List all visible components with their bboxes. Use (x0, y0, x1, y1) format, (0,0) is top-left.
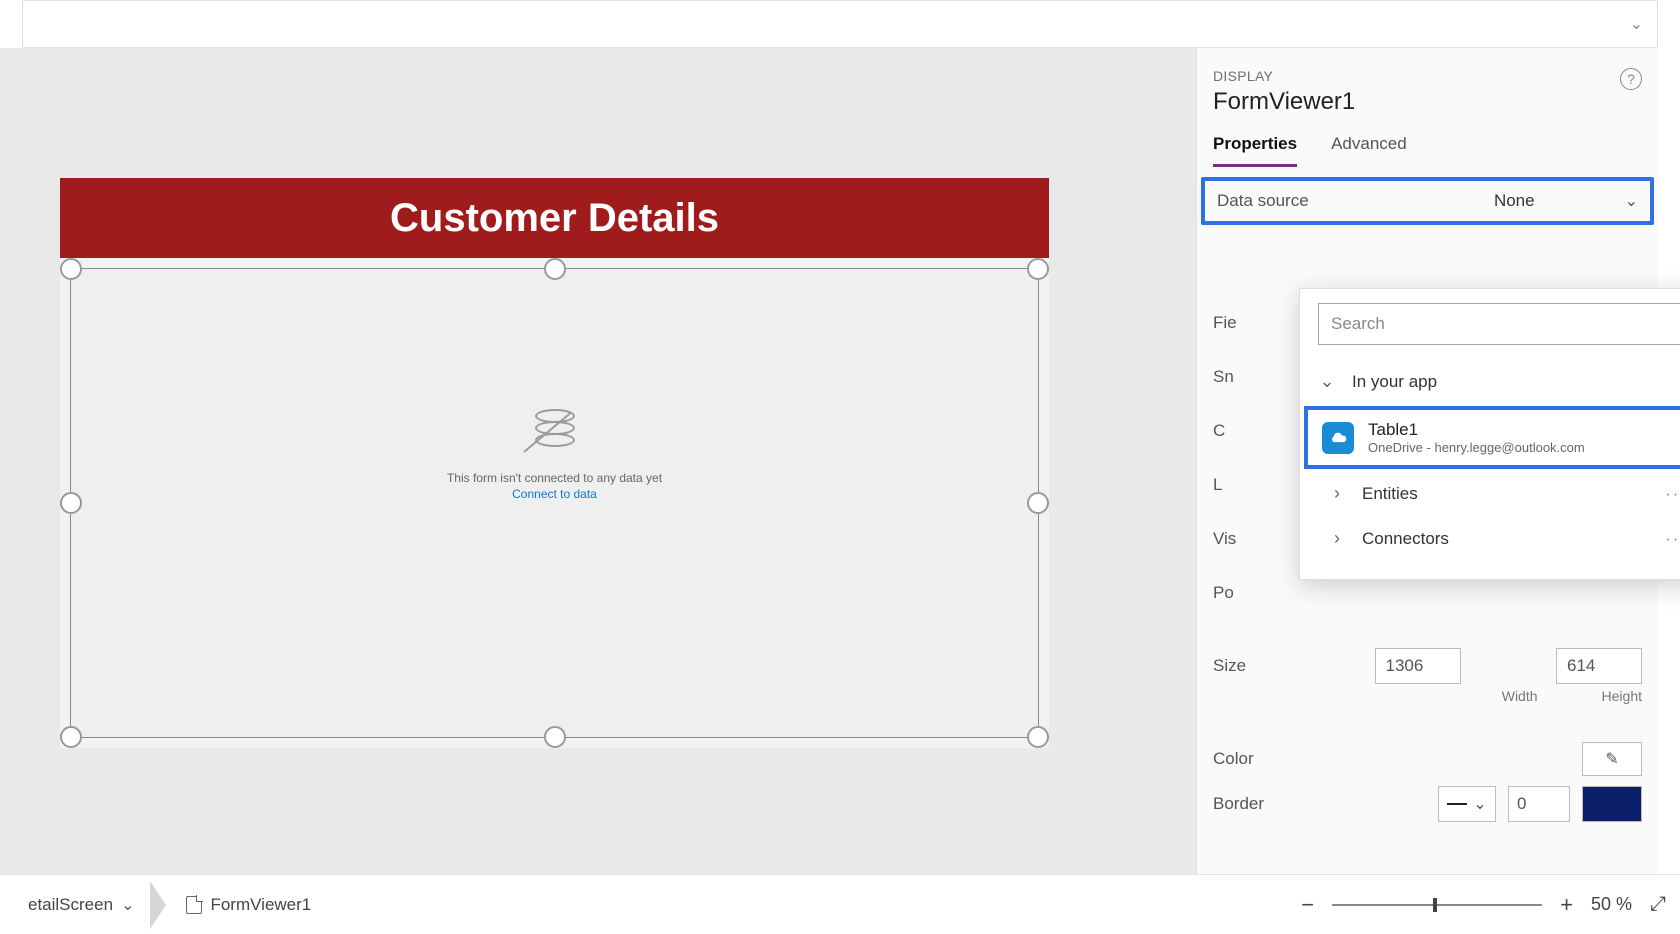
control-type-label: DISPLAY (1213, 68, 1355, 84)
chevron-down-icon[interactable]: ⌄ (121, 895, 134, 915)
form-header: Customer Details (60, 178, 1049, 258)
resize-handle-tl[interactable] (60, 258, 82, 280)
expand-icon[interactable]: ⤢ (1650, 893, 1666, 916)
datasource-value: None (1494, 191, 1535, 211)
search-input[interactable]: Search (1318, 303, 1680, 345)
control-name-title: FormViewer1 (1213, 88, 1355, 116)
zoom-controls: − + 50 % ⤢ (1301, 892, 1666, 918)
snap-label-partial: Sn (1213, 350, 1299, 404)
border-color-swatch[interactable] (1582, 786, 1642, 822)
zoom-in-button[interactable]: + (1560, 892, 1573, 918)
section-connectors[interactable]: › Connectors ··· (1300, 516, 1680, 561)
zoom-slider-thumb[interactable] (1433, 898, 1437, 912)
border-style-dropdown[interactable]: ⌄ (1438, 786, 1496, 822)
datasource-label: Data source (1217, 191, 1309, 211)
property-labels-column: Fie Sn C L Vis Po (1213, 296, 1299, 620)
properties-panel: DISPLAY FormViewer1 ? Properties Advance… (1196, 48, 1658, 874)
border-width-input[interactable]: 0 (1508, 786, 1570, 822)
breadcrumb-screen-label: etailScreen (28, 895, 113, 915)
formula-bar[interactable]: ⌄ (22, 0, 1658, 48)
resize-handle-br[interactable] (1027, 726, 1049, 748)
border-label: Border (1213, 794, 1264, 814)
size-row: Size 1306 614 (1213, 648, 1642, 684)
border-row: Border ⌄ 0 (1213, 786, 1642, 822)
zoom-value: 50 % (1591, 894, 1632, 915)
chevron-down-icon: ⌄ (1625, 191, 1638, 211)
resize-handle-bl[interactable] (60, 726, 82, 748)
entities-label: Entities (1362, 484, 1418, 504)
empty-message: This form isn't connected to any data ye… (447, 471, 662, 485)
chevron-down-icon[interactable]: ⌄ (1630, 14, 1643, 34)
table1-subtitle: OneDrive - henry.legge@outlook.com (1368, 440, 1585, 455)
resize-handle-bm[interactable] (544, 726, 566, 748)
search-placeholder: Search (1331, 314, 1385, 334)
database-disconnected-icon (520, 399, 590, 459)
status-bar: etailScreen ⌄ FormViewer1 − + 50 % ⤢ (0, 874, 1680, 934)
zoom-out-button[interactable]: − (1301, 892, 1314, 918)
breadcrumb-screen[interactable]: etailScreen ⌄ (14, 895, 148, 915)
chevron-down-icon: ⌄ (1318, 371, 1336, 392)
form-viewer-selection[interactable]: This form isn't connected to any data ye… (70, 268, 1039, 738)
size-label: Size (1213, 656, 1293, 676)
onedrive-icon (1322, 422, 1354, 454)
connectors-label: Connectors (1362, 529, 1449, 549)
line-icon (1447, 803, 1467, 805)
breadcrumb-control[interactable]: FormViewer1 (172, 895, 325, 915)
datasource-dropdown[interactable]: None ⌄ (1494, 191, 1638, 211)
datasource-popover: Search ⌄ In your app Table1 OneDrive - h… (1299, 288, 1680, 580)
resize-handle-tm[interactable] (544, 258, 566, 280)
help-icon[interactable]: ? (1620, 68, 1642, 90)
height-input[interactable]: 614 (1556, 648, 1642, 684)
resize-handle-tr[interactable] (1027, 258, 1049, 280)
datasource-item-table1[interactable]: Table1 OneDrive - henry.legge@outlook.co… (1304, 406, 1680, 469)
l-label-partial: L (1213, 458, 1299, 512)
breadcrumb-control-label: FormViewer1 (210, 895, 311, 915)
fields-label-partial: Fie (1213, 296, 1299, 350)
tab-properties[interactable]: Properties (1213, 134, 1297, 167)
visible-label-partial: Vis (1213, 512, 1299, 566)
page-icon (186, 896, 202, 914)
chevron-right-icon: › (1328, 483, 1346, 504)
section-in-your-app[interactable]: ⌄ In your app (1300, 359, 1680, 404)
tab-advanced[interactable]: Advanced (1331, 134, 1407, 167)
table1-title: Table1 (1368, 420, 1585, 440)
color-label: Color (1213, 749, 1254, 769)
more-icon[interactable]: ··· (1665, 529, 1680, 549)
screen-preview[interactable]: Customer Details This form isn't connect… (60, 178, 1049, 748)
in-your-app-label: In your app (1352, 372, 1437, 392)
chevron-right-icon: › (1328, 528, 1346, 549)
color-picker-button[interactable]: ✎ (1582, 742, 1642, 776)
form-empty-state: This form isn't connected to any data ye… (71, 399, 1038, 501)
breadcrumb-separator-icon (148, 881, 172, 929)
section-entities[interactable]: › Entities ··· (1300, 471, 1680, 516)
width-input[interactable]: 1306 (1375, 648, 1461, 684)
more-icon[interactable]: ··· (1665, 484, 1680, 504)
panel-tabs: Properties Advanced (1197, 120, 1658, 167)
position-label-partial: Po (1213, 566, 1299, 620)
c-label-partial: C (1213, 404, 1299, 458)
chevron-down-icon: ⌄ (1473, 794, 1486, 814)
connect-to-data-link[interactable]: Connect to data (512, 487, 597, 501)
datasource-row[interactable]: Data source None ⌄ (1201, 177, 1654, 225)
width-sublabel: Width (1502, 688, 1538, 704)
color-row: Color ✎ (1213, 742, 1642, 776)
canvas-area: Customer Details This form isn't connect… (0, 48, 1196, 874)
zoom-slider[interactable] (1332, 904, 1542, 906)
pencil-icon: ✎ (1605, 749, 1618, 769)
height-sublabel: Height (1602, 688, 1642, 704)
